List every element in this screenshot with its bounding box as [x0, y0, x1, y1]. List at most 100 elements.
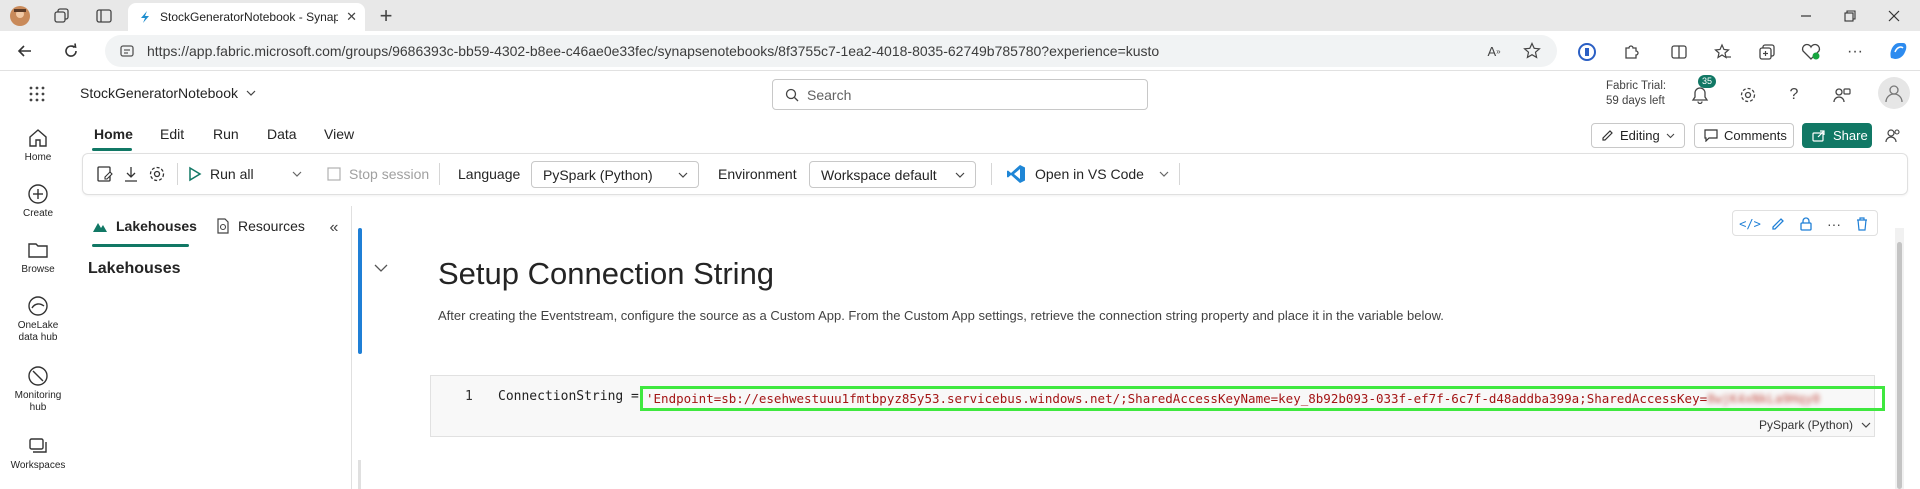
- nav-item-onelake[interactable]: OneLake data hub: [0, 295, 76, 344]
- site-info-icon[interactable]: [119, 43, 135, 59]
- settings-gear-icon[interactable]: [1736, 83, 1760, 107]
- nav-item-monitoring[interactable]: Monitoring hub: [0, 365, 76, 414]
- run-all-dropdown[interactable]: [292, 154, 302, 194]
- tab-run[interactable]: Run: [213, 126, 239, 142]
- vscode-dropdown[interactable]: [1159, 154, 1169, 194]
- workspaces-icon: [27, 435, 49, 457]
- collaborators-icon[interactable]: [1882, 125, 1904, 147]
- read-aloud-icon[interactable]: A»: [1484, 41, 1504, 61]
- tab-resources[interactable]: Resources: [216, 218, 305, 234]
- nav-label-home: Home: [24, 152, 52, 163]
- code-variable: ConnectionString =: [498, 389, 647, 404]
- help-icon[interactable]: ?: [1782, 83, 1806, 107]
- collapse-panel-icon[interactable]: «: [326, 219, 342, 236]
- notebook-settings-icon[interactable]: [147, 164, 167, 184]
- browser-essentials-icon[interactable]: [1800, 41, 1822, 63]
- vscode-icon: [1006, 164, 1026, 184]
- close-icon[interactable]: [1884, 6, 1904, 26]
- nav-item-home[interactable]: Home: [0, 127, 76, 164]
- language-select[interactable]: PySpark (Python): [531, 161, 699, 188]
- close-tab-icon[interactable]: ✕: [346, 9, 357, 25]
- run-all-button[interactable]: Run all: [188, 154, 254, 194]
- fabric-header: StockGeneratorNotebook Search Fabric Tri…: [0, 71, 1920, 117]
- trial-status[interactable]: Fabric Trial: 59 days left: [1606, 79, 1666, 109]
- trial-line-1: Fabric Trial:: [1606, 80, 1667, 92]
- refresh-icon[interactable]: [60, 40, 82, 62]
- url-field[interactable]: https://app.fabric.microsoft.com/groups/…: [105, 35, 1557, 67]
- notification-count-badge: 35: [1698, 75, 1717, 88]
- nav-label-monitoring: Monitoring hub: [14, 390, 62, 413]
- search-icon: [785, 88, 799, 102]
- delete-cell-icon[interactable]: [1853, 215, 1871, 233]
- tab-view[interactable]: View: [324, 126, 354, 142]
- run-all-label: Run all: [210, 166, 254, 182]
- markdown-heading: Setup Connection String: [438, 256, 775, 291]
- user-avatar-icon[interactable]: [1878, 77, 1910, 109]
- split-screen-icon[interactable]: [1668, 41, 1690, 63]
- app-launcher-icon[interactable]: [26, 83, 48, 105]
- cell-language-select[interactable]: PySpark (Python): [1759, 418, 1871, 432]
- create-icon: [27, 183, 49, 205]
- browser-tab-bar: StockGeneratorNotebook - Synapse ✕ +: [0, 0, 1920, 31]
- new-tab-button[interactable]: +: [374, 3, 398, 28]
- tab-edit[interactable]: Edit: [160, 126, 184, 142]
- onelake-icon: [27, 295, 49, 317]
- lock-icon[interactable]: [1797, 215, 1815, 233]
- download-icon[interactable]: [121, 164, 141, 184]
- copilot-icon[interactable]: [1886, 39, 1910, 63]
- extensions-icon[interactable]: [1620, 41, 1642, 63]
- nav-item-workspaces[interactable]: Workspaces: [0, 435, 76, 472]
- code-cell[interactable]: 1 ConnectionString = 'Endpoint=sb://eseh…: [430, 375, 1885, 437]
- minimize-icon[interactable]: [1796, 6, 1816, 26]
- nav-item-create[interactable]: Create: [0, 183, 76, 220]
- notebook-name-menu[interactable]: StockGeneratorNotebook: [80, 85, 256, 101]
- profile-avatar-icon[interactable]: [10, 6, 30, 26]
- pencil-icon: [1601, 129, 1614, 142]
- vertical-scrollbar[interactable]: [1895, 228, 1904, 489]
- trial-line-2: 59 days left: [1606, 95, 1665, 107]
- notebook-canvas: </> ··· Setup Connection String After cr…: [352, 206, 1920, 489]
- tab-data[interactable]: Data: [267, 126, 297, 142]
- open-in-vscode-button[interactable]: Open in VS Code: [1006, 154, 1144, 194]
- comments-button[interactable]: Comments: [1694, 123, 1794, 148]
- favorites-icon[interactable]: [1712, 41, 1734, 63]
- active-cell-indicator: [358, 228, 362, 354]
- share-icon: [1812, 129, 1826, 142]
- connection-string-literal: 'Endpoint=sb://esehwestuuu1fmtbpyz85y53.…: [646, 391, 1708, 406]
- collections-icon[interactable]: [1756, 41, 1778, 63]
- back-icon[interactable]: [14, 40, 36, 62]
- connection-string-highlight[interactable]: 'Endpoint=sb://esehwestuuu1fmtbpyz85y53.…: [640, 386, 1885, 411]
- ribbon-tabs: Home Edit Run Data View Editing Comments…: [82, 117, 1920, 153]
- notifications-icon[interactable]: 35: [1688, 75, 1717, 107]
- workspaces-tab-icon[interactable]: [52, 6, 72, 26]
- tab-actions-icon[interactable]: [94, 6, 114, 26]
- resources-tab-label: Resources: [238, 218, 305, 234]
- share-button[interactable]: Share: [1802, 123, 1872, 148]
- lakehouse-icon: [92, 219, 108, 233]
- stop-session-button[interactable]: Stop session: [327, 154, 429, 194]
- nav-item-browse[interactable]: Browse: [0, 239, 76, 276]
- environment-select[interactable]: Workspace default: [809, 161, 976, 188]
- environment-label: Environment: [718, 166, 797, 182]
- more-options-icon[interactable]: ···: [1825, 215, 1843, 233]
- search-input[interactable]: Search: [772, 79, 1148, 110]
- tab-lakehouses[interactable]: Lakehouses: [92, 218, 197, 234]
- code-view-icon[interactable]: </>: [1739, 215, 1761, 233]
- left-navigation: Home Create Browse OneLake data hub Moni…: [0, 117, 76, 489]
- editing-label: Editing: [1620, 128, 1660, 143]
- tab-home[interactable]: Home: [94, 126, 133, 142]
- edit-cell-icon[interactable]: [1769, 215, 1787, 233]
- favorite-star-icon[interactable]: [1522, 41, 1542, 61]
- language-value: PySpark (Python): [543, 166, 653, 183]
- editing-mode-button[interactable]: Editing: [1591, 123, 1685, 148]
- feedback-icon[interactable]: [1830, 83, 1854, 107]
- password-manager-icon[interactable]: [1576, 41, 1598, 63]
- save-notebook-icon[interactable]: [95, 164, 115, 184]
- restore-icon[interactable]: [1840, 6, 1860, 26]
- settings-more-icon[interactable]: ···: [1844, 41, 1866, 63]
- browser-tab-active[interactable]: StockGeneratorNotebook - Synapse ✕: [128, 3, 365, 31]
- comment-icon: [1704, 129, 1718, 142]
- scrollbar-thumb[interactable]: [1897, 242, 1902, 489]
- scroll-track: [358, 460, 361, 489]
- collapse-cell-icon[interactable]: [373, 260, 389, 276]
